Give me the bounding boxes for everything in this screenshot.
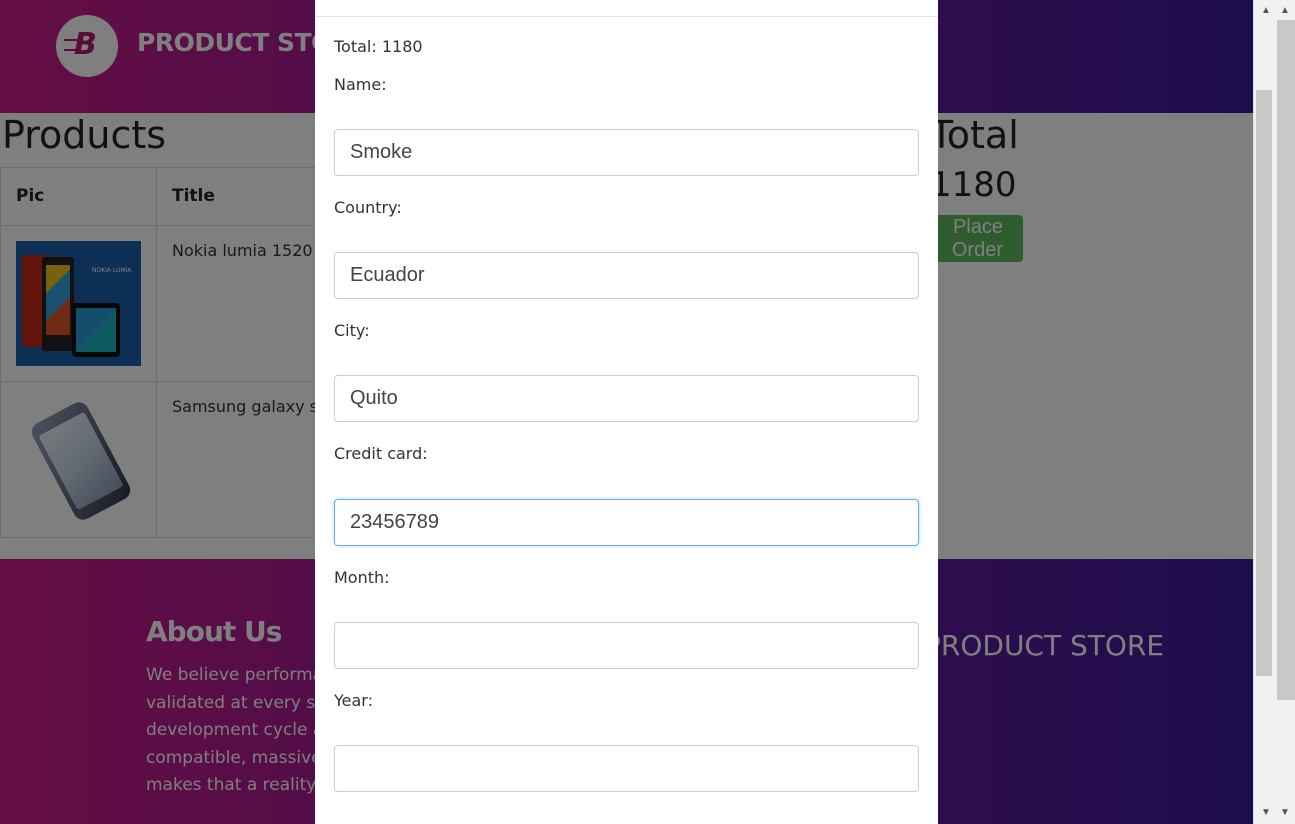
scrollbar[interactable]: ▲ ▼ ▲ ▼ [1253,0,1295,824]
country-input[interactable] [334,252,919,299]
year-input[interactable] [334,745,919,792]
credit-card-label: Credit card: [334,444,428,463]
outer-scrollbar-thumb[interactable] [1277,20,1295,700]
name-label: Name: [334,75,387,94]
outer-scroll-up-arrow-icon[interactable]: ▲ [1278,4,1292,18]
scroll-down-arrow-icon[interactable]: ▼ [1259,806,1273,820]
name-input[interactable] [334,129,919,176]
year-label: Year: [334,691,373,710]
place-order-modal: Total: 1180 Name: Country: City: Credit … [315,0,938,824]
order-total: Total: 1180 [334,37,423,56]
month-label: Month: [334,568,390,587]
country-label: Country: [334,198,402,217]
city-label: City: [334,321,370,340]
scrollbar-thumb[interactable] [1256,90,1272,676]
city-input[interactable] [334,375,919,422]
credit-card-input[interactable] [334,499,919,546]
modal-header-divider [315,16,938,17]
month-input[interactable] [334,622,919,669]
outer-scroll-down-arrow-icon[interactable]: ▼ [1278,806,1292,820]
scroll-up-arrow-icon[interactable]: ▲ [1259,4,1273,18]
